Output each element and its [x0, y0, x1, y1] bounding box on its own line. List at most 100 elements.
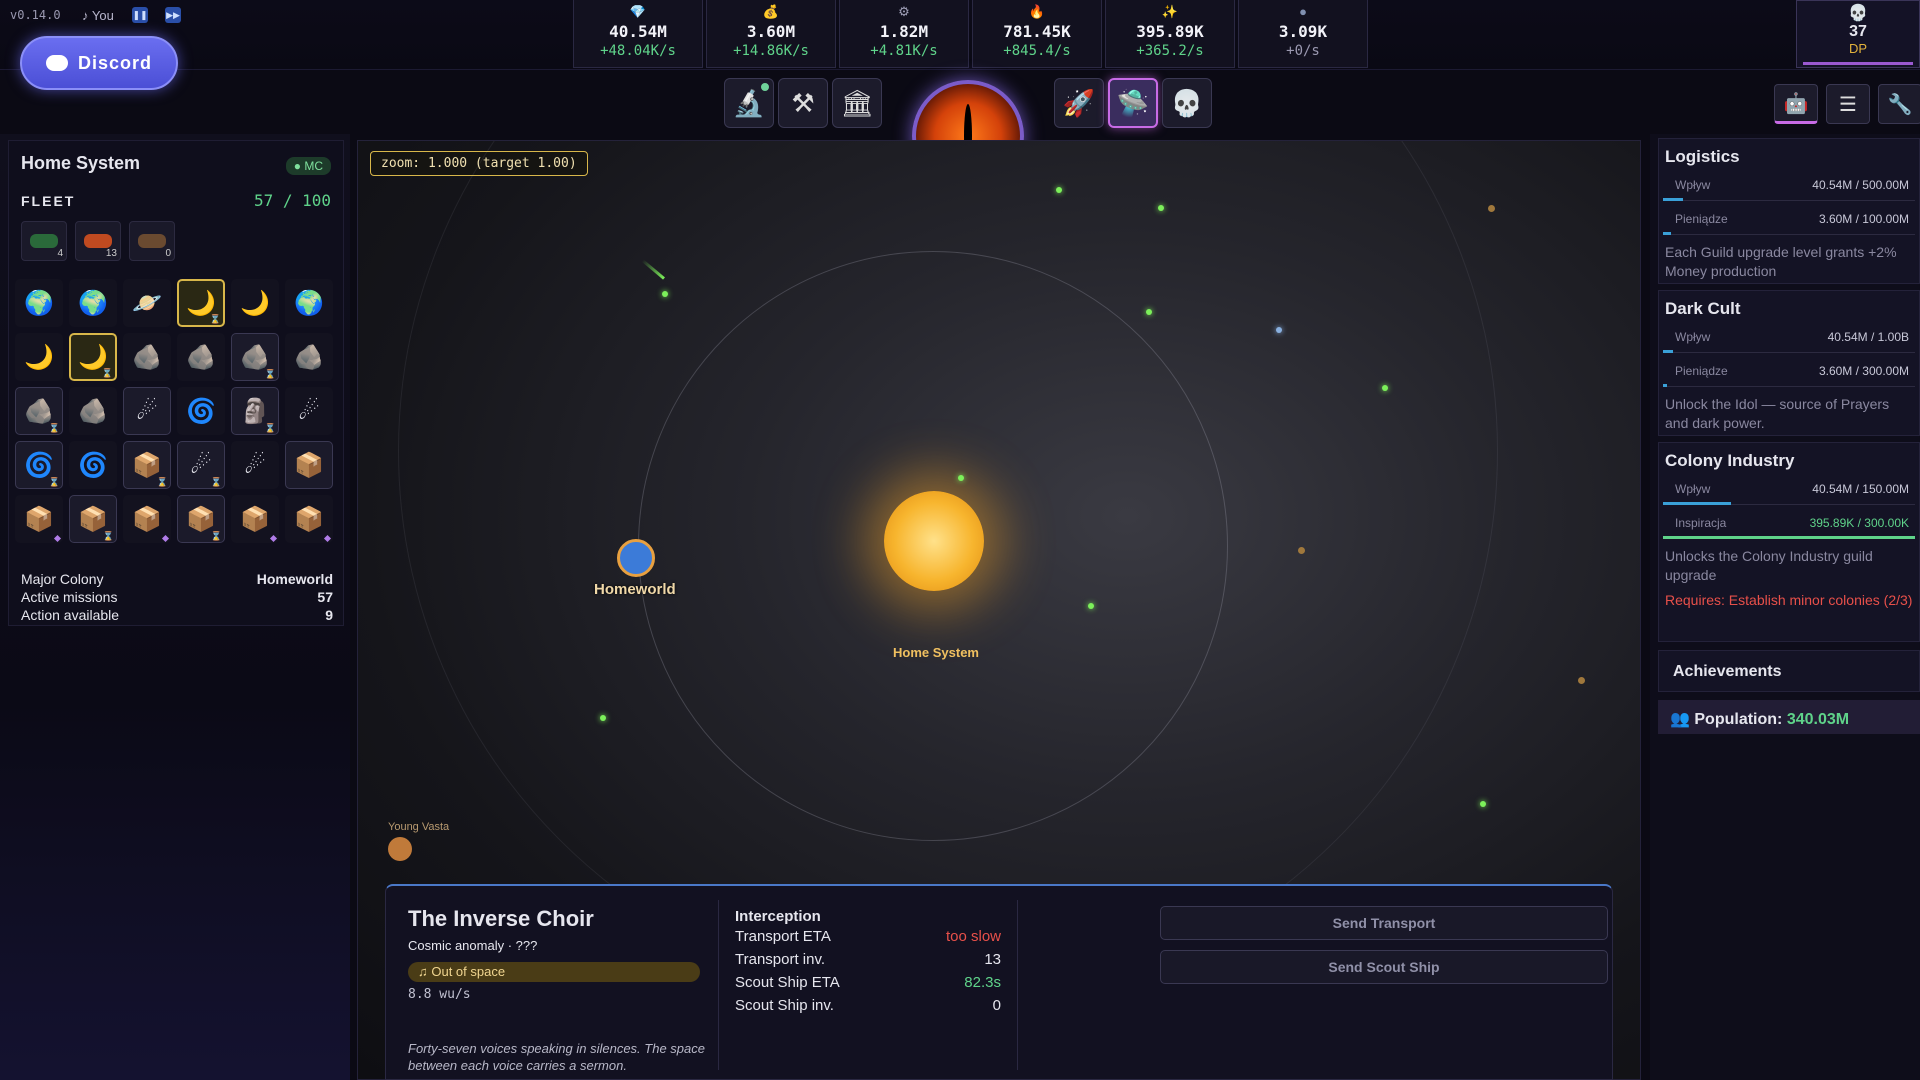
rocket-button[interactable]: 🚀	[1054, 78, 1104, 128]
achievements-button[interactable]: Achievements	[1658, 650, 1920, 692]
guild-card-logistics[interactable]: Logistics Wpływ 40.54M / 500.00M Pieniądz…	[1658, 138, 1920, 284]
row-label: Scout Ship ETA	[735, 974, 840, 991]
comet[interactable]	[600, 715, 606, 721]
grid-cell-selected[interactable]: 🌙 ⌛	[69, 333, 117, 381]
grid-cell[interactable]: 📦 ⌛	[123, 441, 171, 489]
grid-cell[interactable]: 🌍	[15, 279, 63, 327]
grid-cell[interactable]: 🪨	[123, 333, 171, 381]
guild-card-colony-industry[interactable]: Colony Industry Wpływ 40.54M / 150.00M In…	[1658, 442, 1920, 642]
music-track-label[interactable]: ♪ You	[82, 8, 114, 23]
resource-box[interactable]: ⚙ 1.82M +4.81K/s	[839, 0, 969, 68]
resource-icon: ✨	[1161, 4, 1179, 19]
send-scout-button[interactable]: Send Scout Ship	[1160, 950, 1608, 984]
stat-row: Active missions 57	[21, 589, 333, 607]
skip-icon[interactable]: ▶▶	[165, 7, 181, 23]
grid-cell[interactable]: 🪨	[285, 333, 333, 381]
target-speed: 8.8 wu/s	[408, 987, 471, 1002]
row-label: Transport inv.	[735, 951, 826, 968]
grid-cell[interactable]: 📦	[123, 495, 171, 543]
resource-bar: 💎 40.54M +48.04K/s 💰 3.60M +14.86K/s ⚙ 1.82M +4.…	[573, 0, 1368, 68]
planet-dot[interactable]	[1298, 547, 1305, 554]
spiral-icon: 🌀	[186, 397, 216, 425]
resource-box[interactable]: ● 3.09K +0/s	[1238, 0, 1368, 68]
fleet-button[interactable]: 🛸	[1108, 78, 1158, 128]
grid-cell[interactable]: 🪨 ⌛	[15, 387, 63, 435]
grid-cell[interactable]: 📦 ⌛	[177, 495, 225, 543]
comet-icon: ☄	[190, 451, 212, 479]
resource-box[interactable]: 💰 3.60M +14.86K/s	[706, 0, 836, 68]
rocket-icon: 🚀	[1062, 87, 1096, 118]
grid-cell[interactable]: ☄ ⌛	[177, 441, 225, 489]
crate-icon: 📦	[294, 451, 324, 479]
planet-dot[interactable]	[1578, 677, 1585, 684]
comet[interactable]	[1382, 385, 1388, 391]
death-button[interactable]: 💀	[1162, 78, 1212, 128]
robot-button[interactable]: 🤖	[1774, 84, 1818, 124]
skull-icon: 💀	[1848, 5, 1868, 22]
guild-progress-bar: Pieniądze 3.60M / 300.00M	[1663, 357, 1915, 387]
menu-button[interactable]: ☰	[1826, 84, 1870, 124]
resource-rate: +0/s	[1286, 43, 1320, 59]
ship-slot-scout[interactable]: 4	[21, 221, 67, 261]
planet-dot[interactable]	[1488, 205, 1495, 212]
ship-slot-transport[interactable]: 13	[75, 221, 121, 261]
grid-cell[interactable]: 📦	[15, 495, 63, 543]
grid-cell[interactable]: 🌀	[177, 387, 225, 435]
grid-cell[interactable]: 📦	[231, 495, 279, 543]
grid-cell[interactable]: 🗿 ⌛	[231, 387, 279, 435]
comet[interactable]	[1480, 801, 1486, 807]
grid-cell[interactable]: 🪨	[69, 387, 117, 435]
grid-cell[interactable]: ☄	[231, 441, 279, 489]
grid-cell[interactable]: 📦 ⌛	[69, 495, 117, 543]
robot-icon: 🤖	[1783, 92, 1809, 115]
grid-cell[interactable]: 🪨 ⌛	[231, 333, 279, 381]
bar-label: Pieniądze	[1675, 364, 1728, 378]
resource-value: 1.82M	[879, 22, 929, 41]
grid-cell[interactable]: 📦	[285, 441, 333, 489]
top-bar: v0.14.0 ♪ You ❚❚ ▶▶ 💎 40.54M +48.04K/s 💰 3.6…	[0, 0, 1920, 70]
homeworld-planet[interactable]	[617, 539, 655, 577]
resource-box[interactable]: 💎 40.54M +48.04K/s	[573, 0, 703, 68]
grid-cell-selected[interactable]: 🌙 ⌛	[177, 279, 225, 327]
resource-icon: ●	[1299, 4, 1307, 19]
ship-slot-cargo[interactable]: 0	[129, 221, 175, 261]
grid-cell[interactable]: 🪨	[177, 333, 225, 381]
fleet-label: FLEET	[21, 193, 76, 209]
resource-box[interactable]: 🔥 781.45K +845.4/s	[972, 0, 1102, 68]
pause-icon[interactable]: ❚❚	[132, 7, 148, 23]
transport-ship-icon	[84, 234, 112, 248]
grid-cell[interactable]: 🌙	[231, 279, 279, 327]
comet[interactable]	[662, 291, 668, 297]
comet[interactable]	[1088, 603, 1094, 609]
comet[interactable]	[1158, 205, 1164, 211]
grid-cell[interactable]: 🪐	[123, 279, 171, 327]
grid-cell[interactable]: ☄	[123, 387, 171, 435]
stat-label: Major Colony	[21, 571, 104, 587]
comet[interactable]	[1056, 187, 1062, 193]
grid-cell[interactable]: 🌍	[69, 279, 117, 327]
grid-cell[interactable]: 🌀	[69, 441, 117, 489]
grid-cell[interactable]: ☄	[285, 387, 333, 435]
comet[interactable]	[1276, 327, 1282, 333]
discord-button[interactable]: Discord	[20, 36, 178, 90]
send-transport-button[interactable]: Send Transport	[1160, 906, 1608, 940]
dp-progress	[1803, 62, 1913, 65]
settings-button[interactable]: 🔧	[1878, 84, 1920, 124]
crafting-button[interactable]: ⚒	[778, 78, 828, 128]
grid-cell[interactable]: 🌙	[15, 333, 63, 381]
research-button[interactable]: 🔬	[724, 78, 774, 128]
young-vasta-planet[interactable]	[388, 837, 412, 861]
dp-counter[interactable]: 💀 37 DP	[1796, 0, 1920, 68]
comet[interactable]	[1146, 309, 1152, 315]
guild-card-dark-cult[interactable]: Dark Cult Wpływ 40.54M / 1.00B Pieniądze 3…	[1658, 290, 1920, 436]
guild-hall-button[interactable]: 🏛	[832, 78, 882, 128]
grid-cell[interactable]: 📦	[285, 495, 333, 543]
hourglass-icon: ⌛	[101, 368, 113, 378]
resource-box[interactable]: ✨ 395.89K +365.2/s	[1105, 0, 1235, 68]
stat-value: 9	[325, 607, 333, 623]
sun[interactable]	[884, 491, 984, 591]
population-value: 340.03M	[1786, 711, 1850, 728]
grid-cell[interactable]: 🌍	[285, 279, 333, 327]
grid-cell[interactable]: 🌀 ⌛	[15, 441, 63, 489]
comet[interactable]	[958, 475, 964, 481]
